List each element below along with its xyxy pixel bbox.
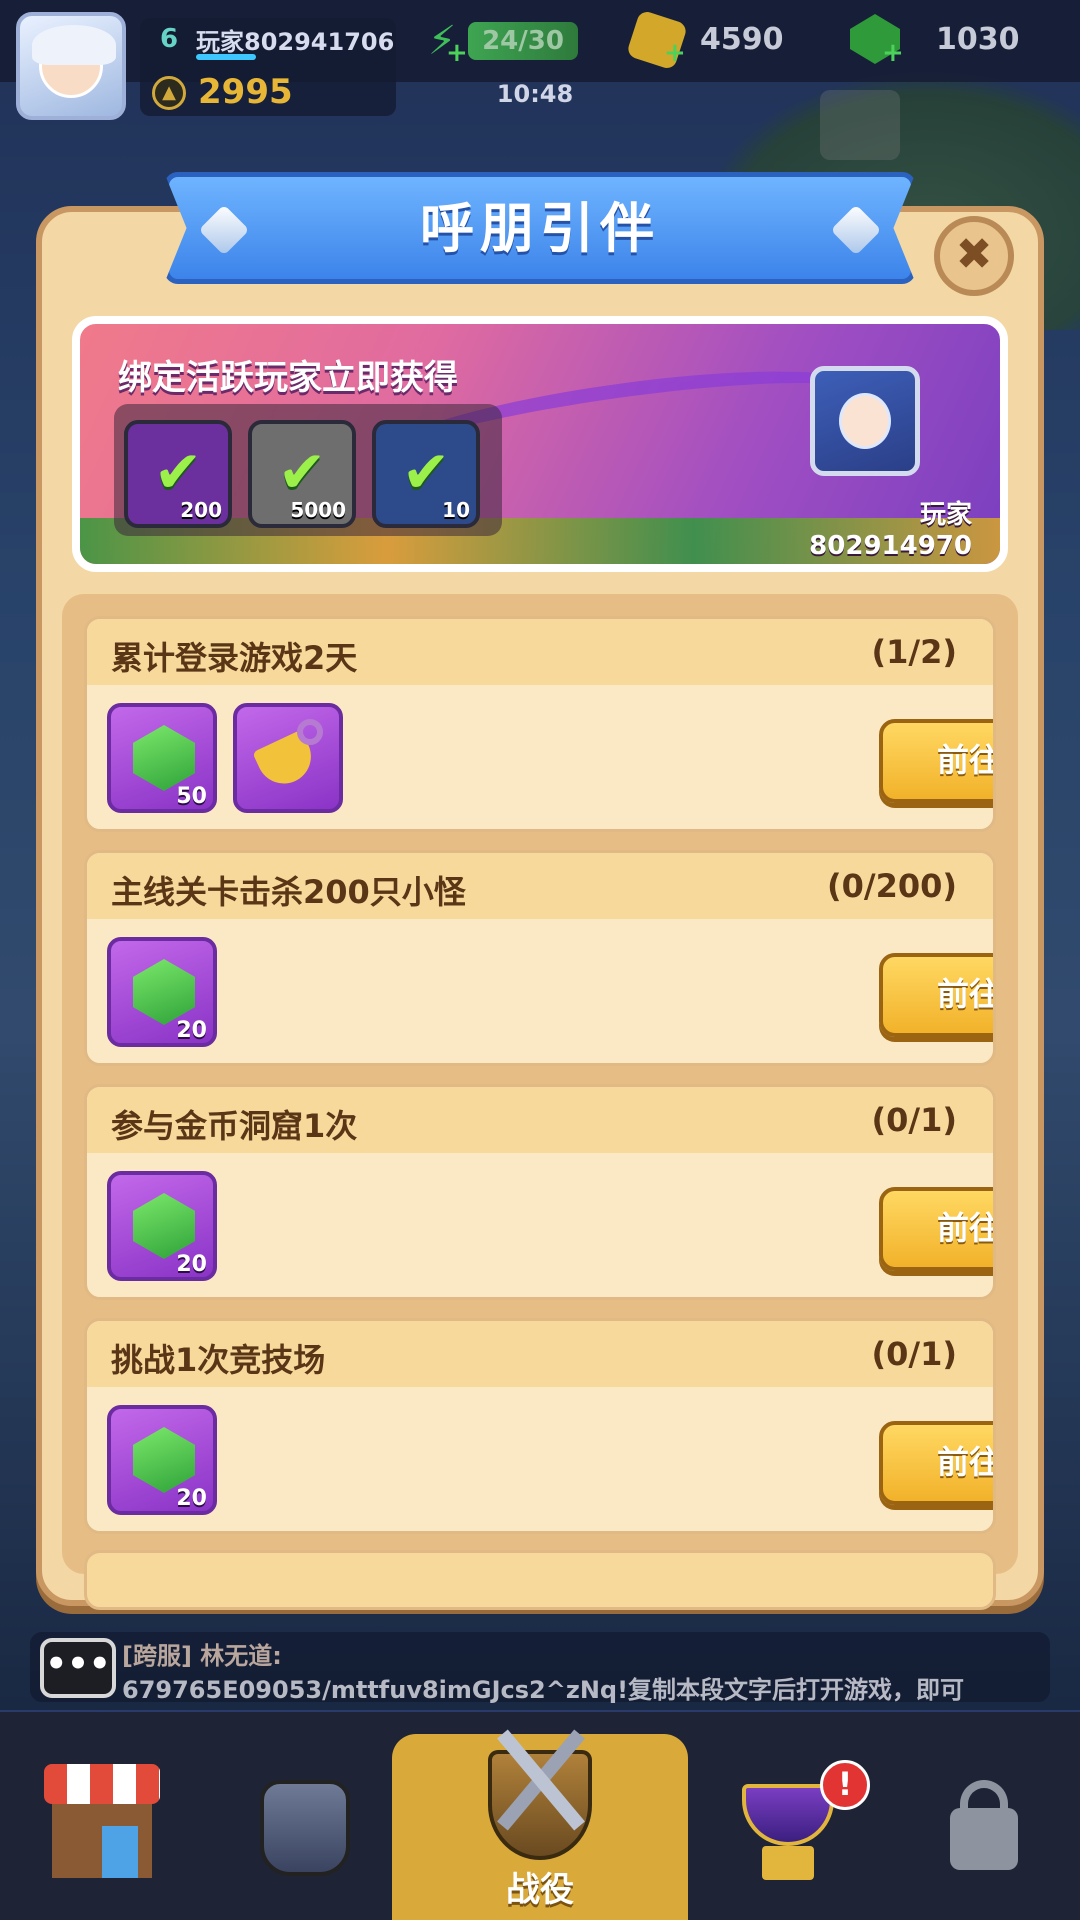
task-progress: (0/200) — [827, 867, 957, 905]
banner-reward-scrolls[interactable]: ✔ 10 — [372, 420, 480, 528]
add-coins-icon[interactable]: + — [664, 38, 686, 68]
nav-item-equipment[interactable] — [250, 1764, 380, 1894]
check-icon: ✔ — [277, 438, 327, 506]
trophy-icon — [742, 1784, 834, 1846]
reward-count: 20 — [176, 1252, 207, 1277]
player-name: 玩家802941706 — [196, 28, 395, 56]
chat-sender: [跨服] 林无道: — [122, 1642, 282, 1670]
reward-shovel[interactable] — [233, 703, 343, 813]
shield-icon — [488, 1750, 592, 1860]
lock-body — [950, 1808, 1018, 1870]
task-progress: (0/1) — [871, 1335, 957, 1373]
friend-name: 玩家802914970 — [809, 500, 972, 561]
gem-icon — [133, 1427, 195, 1493]
task-item: 主线关卡击杀200只小怪 (0/200) 20 前往 — [84, 850, 996, 1066]
chat-icon[interactable]: ••• — [40, 1638, 116, 1698]
go-button[interactable]: 前往 — [879, 953, 993, 1037]
reward-count: 50 — [176, 784, 207, 809]
reward-count: 10 — [442, 498, 470, 522]
banner-reward-gems[interactable]: ✔ 200 — [124, 420, 232, 528]
task-title: 累计登录游戏2天 — [111, 639, 358, 677]
go-button[interactable]: 前往 — [879, 1421, 993, 1505]
add-gems-icon[interactable]: + — [882, 38, 904, 68]
avatar-face — [32, 25, 116, 98]
panel-title: 呼朋引伴 — [420, 197, 660, 260]
gem-value: 1030 — [936, 22, 1020, 57]
nav-battle-label[interactable]: 战役 — [392, 1862, 688, 1911]
top-hud: 6 玩家802941706 ▲ 2995 ⚡ + 24/30 10:48 + 4… — [0, 0, 1080, 120]
trophy-base — [762, 1846, 814, 1880]
go-button[interactable]: 前往 — [879, 719, 993, 803]
task-item: 累计登录游戏2天 (1/2) 50 前往 — [84, 616, 996, 832]
reward-count: 20 — [176, 1018, 207, 1043]
battle-icon[interactable] — [470, 1720, 610, 1870]
task-item: 挑战1次竞技场 (0/1) 20 前往 — [84, 1318, 996, 1534]
task-item: 参与金币洞窟1次 (0/1) 20 前往 — [84, 1084, 996, 1300]
close-button[interactable]: ✖ — [934, 216, 1014, 296]
nav-item-locked[interactable] — [940, 1764, 1070, 1894]
go-button[interactable]: 前往 — [879, 1187, 993, 1271]
banner-reward-coins[interactable]: ✔ 5000 — [248, 420, 356, 528]
reward-count: 200 — [180, 498, 222, 522]
reward-count: 5000 — [290, 498, 346, 522]
shop-icon — [44, 1764, 160, 1804]
clock: 10:48 — [496, 80, 574, 108]
gem-icon — [133, 1193, 195, 1259]
nav-item-shop[interactable] — [44, 1764, 174, 1894]
chat-message: 679765E09053/mttfuv8imGJcs2^zNq!复制本段文字后打… — [122, 1676, 965, 1704]
task-item-partial — [84, 1550, 996, 1610]
check-icon: ✔ — [153, 438, 203, 506]
reward-gem[interactable]: 50 — [107, 703, 217, 813]
power-value: 2995 — [198, 72, 293, 112]
check-icon: ✔ — [401, 438, 451, 506]
close-icon: ✖ — [955, 229, 993, 280]
banner-title: 绑定活跃玩家立即获得 — [118, 358, 458, 398]
task-title: 挑战1次竞技场 — [111, 1341, 326, 1379]
power-icon: ▲ — [152, 76, 186, 110]
friend-face — [839, 393, 891, 449]
player-level: 6 — [160, 24, 179, 54]
task-progress: (1/2) — [871, 633, 957, 671]
gem-icon — [133, 959, 195, 1025]
gem-icon — [133, 725, 195, 791]
shovel-handle — [297, 719, 323, 745]
armor-icon — [260, 1780, 350, 1876]
task-title: 主线关卡击杀200只小怪 — [111, 873, 466, 911]
task-progress: (0/1) — [871, 1101, 957, 1139]
task-title: 参与金币洞窟1次 — [111, 1107, 358, 1145]
friend-avatar[interactable] — [810, 366, 920, 476]
coin-value: 4590 — [700, 22, 784, 57]
xp-bar — [196, 54, 256, 60]
stamina-value: 24/30 — [482, 26, 564, 56]
reward-gem[interactable]: 20 — [107, 1171, 217, 1281]
add-stamina-icon[interactable]: + — [446, 38, 468, 68]
reward-gem[interactable]: 20 — [107, 937, 217, 1047]
shop-door — [102, 1826, 138, 1878]
player-avatar[interactable] — [16, 12, 126, 120]
reward-gem[interactable]: 20 — [107, 1405, 217, 1515]
reward-count: 20 — [176, 1486, 207, 1511]
alert-badge: ! — [820, 1760, 870, 1810]
